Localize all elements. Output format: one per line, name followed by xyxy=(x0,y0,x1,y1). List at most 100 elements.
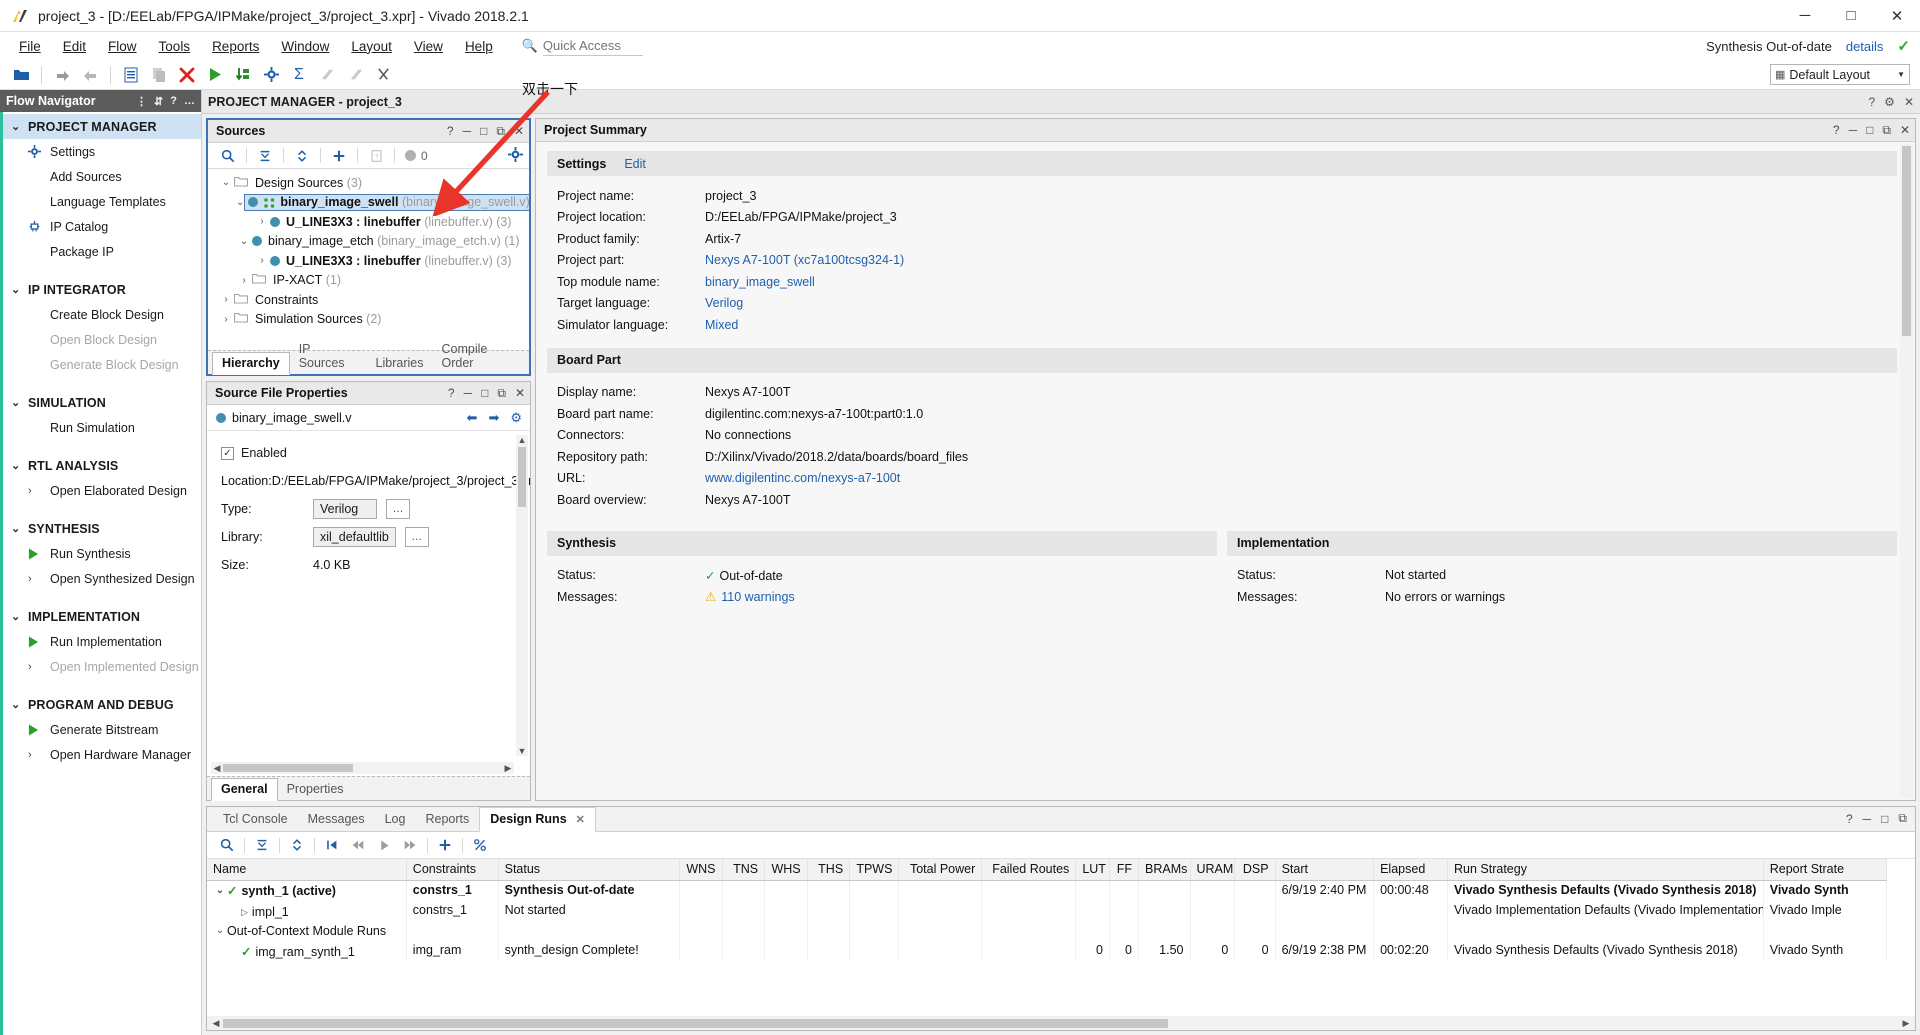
open-project-icon[interactable] xyxy=(8,63,34,87)
menu-layout[interactable]: Layout xyxy=(340,36,403,57)
sfp-property-value-field[interactable]: Verilog xyxy=(313,499,377,519)
flow-nav-item-add-sources[interactable]: Add Sources xyxy=(3,164,201,189)
close-button[interactable]: ✕ xyxy=(1874,0,1920,31)
browse-button[interactable]: … xyxy=(386,499,410,519)
minimize-icon[interactable]: ─ xyxy=(463,124,472,138)
design-runs-column-header[interactable]: TPWS xyxy=(849,859,900,881)
design-runs-column-header[interactable]: Total Power xyxy=(898,859,983,881)
menu-edit[interactable]: Edit xyxy=(52,36,97,57)
tab-ip-sources[interactable]: IP Sources xyxy=(290,339,367,374)
summary-vertical-scrollbar[interactable] xyxy=(1900,144,1913,798)
close-icon[interactable]: ✕ xyxy=(576,813,585,826)
help-icon[interactable]: ? xyxy=(1833,123,1840,137)
flow-nav-item-run-implementation[interactable]: Run Implementation xyxy=(3,629,201,654)
tab-compile-order[interactable]: Compile Order xyxy=(432,339,529,374)
design-runs-column-header[interactable]: TNS xyxy=(722,859,766,881)
float-icon[interactable]: ⧉ xyxy=(497,386,506,401)
tab-general[interactable]: General xyxy=(211,778,278,801)
collapse-all-icon[interactable] xyxy=(250,835,274,855)
sfp-property-value-field[interactable]: xil_defaultlib xyxy=(313,527,396,547)
sources-tree-row[interactable]: ⌄ binary_image_swell (binary_image_swell.… xyxy=(208,193,529,213)
menu-flow[interactable]: Flow xyxy=(97,36,148,57)
tab-hierarchy[interactable]: Hierarchy xyxy=(212,352,290,375)
sources-tree-row[interactable]: › U_LINE3X3 : linebuffer (linebuffer.v) (… xyxy=(208,251,529,271)
next-run-icon[interactable] xyxy=(372,835,396,855)
maximize-icon[interactable]: □ xyxy=(1866,123,1873,137)
first-run-icon[interactable] xyxy=(320,835,344,855)
flow-nav-group-implementation[interactable]: ⌄ IMPLEMENTATION xyxy=(3,604,201,629)
flow-nav-group-synthesis[interactable]: ⌄ SYNTHESIS xyxy=(3,516,201,541)
flow-nav-item-generate-bitstream[interactable]: Generate Bitstream xyxy=(3,717,201,742)
bottom-tab-log[interactable]: Log xyxy=(375,808,416,831)
design-runs-column-header[interactable]: Start xyxy=(1275,859,1375,881)
settings-value[interactable]: Verilog xyxy=(705,296,743,310)
close-icon[interactable]: ✕ xyxy=(1904,95,1914,109)
design-runs-column-header[interactable]: DSP xyxy=(1234,859,1276,881)
document-icon[interactable] xyxy=(118,63,144,87)
last-run-icon[interactable] xyxy=(398,835,422,855)
search-icon[interactable] xyxy=(215,835,239,855)
design-runs-column-header[interactable]: Run Strategy xyxy=(1447,859,1764,881)
chevron-down-icon[interactable]: ⌄ xyxy=(213,885,227,896)
minimize-icon[interactable]: ─ xyxy=(1849,123,1858,137)
sources-tree-row[interactable]: ⌄ binary_image_etch (binary_image_etch.v)… xyxy=(208,232,529,252)
design-runs-row[interactable]: ✓ img_ram_synth_1 img_ram synth_design Comp… xyxy=(207,940,1888,960)
percent-icon[interactable] xyxy=(468,835,492,855)
flow-nav-item-settings[interactable]: Settings xyxy=(3,139,201,164)
settings-icon[interactable]: ⚙ xyxy=(1884,95,1895,109)
scroll-down-icon[interactable]: ▼ xyxy=(518,746,527,756)
scroll-left-icon[interactable]: ◀ xyxy=(211,763,223,774)
design-runs-table-wrapper[interactable]: Name Constraints Status WNS TNS WHS THS TPWS Tot… xyxy=(207,859,1915,1016)
sources-tree-row[interactable]: › IP-XACT (1) xyxy=(208,271,529,291)
run-icon[interactable] xyxy=(202,63,228,87)
menu-window[interactable]: Window xyxy=(270,36,340,57)
design-runs-column-header[interactable]: WNS xyxy=(679,859,723,881)
design-runs-column-header[interactable]: FF xyxy=(1109,859,1140,881)
flow-nav-item-open-synthesized-design[interactable]: › Open Synthesized Design xyxy=(3,566,201,591)
flow-nav-item-package-ip[interactable]: Package IP xyxy=(3,239,201,264)
scroll-thumb[interactable] xyxy=(223,764,353,772)
close-icon[interactable]: ✕ xyxy=(515,386,525,400)
close-icon[interactable]: ✕ xyxy=(1900,123,1910,137)
minimize-icon[interactable]: ─ xyxy=(464,386,473,400)
flow-nav-group-simulation[interactable]: ⌄ SIMULATION xyxy=(3,390,201,415)
float-icon[interactable]: ⧉ xyxy=(1882,123,1891,138)
sfp-vertical-scrollbar[interactable]: ▲ ▼ xyxy=(516,435,528,756)
design-runs-column-header[interactable]: Status xyxy=(498,859,680,881)
chevron-down-icon[interactable]: ⌄ xyxy=(236,236,252,247)
forward-arrow-icon[interactable]: ➡ xyxy=(488,410,499,426)
chevron-right-icon[interactable]: › xyxy=(236,275,252,286)
synthesis-messages-value[interactable]: 110 warnings xyxy=(721,590,794,604)
chevron-right-icon[interactable]: › xyxy=(218,314,234,325)
flow-nav-group-project-manager[interactable]: ⌄ PROJECT MANAGER xyxy=(3,114,201,139)
implement-icon[interactable] xyxy=(230,63,256,87)
settings-edit-link[interactable]: Edit xyxy=(624,157,646,171)
design-runs-row[interactable]: ⌄ Out-of-Context Module Runs xyxy=(207,920,1888,940)
chevron-right-icon[interactable]: › xyxy=(254,255,270,266)
help-icon[interactable]: ? xyxy=(170,95,177,107)
settings-value[interactable]: Nexys A7-100T (xc7a100tcsg324-1) xyxy=(705,253,904,267)
layout-selector[interactable]: ▦ Default Layout ▼ xyxy=(1770,64,1910,85)
flow-nav-item-open-elaborated-design[interactable]: › Open Elaborated Design xyxy=(3,478,201,503)
design-runs-column-header[interactable]: Report Strate xyxy=(1763,859,1888,881)
scroll-thumb[interactable] xyxy=(223,1018,1168,1028)
design-runs-horizontal-scrollbar[interactable]: ◀ ▶ xyxy=(207,1016,1915,1030)
design-runs-column-header[interactable]: LUT xyxy=(1075,859,1110,881)
expand-all-icon[interactable] xyxy=(290,146,314,166)
previous-run-icon[interactable] xyxy=(346,835,370,855)
scroll-right-icon[interactable]: ▶ xyxy=(1899,1018,1913,1029)
tab-properties[interactable]: Properties xyxy=(278,779,353,800)
chevron-right-icon[interactable]: › xyxy=(254,216,270,227)
bottom-tab-design-runs[interactable]: Design Runs ✕ xyxy=(479,807,596,832)
help-icon[interactable]: ? xyxy=(1868,95,1875,109)
flow-nav-group-ip-integrator[interactable]: ⌄ IP INTEGRATOR xyxy=(3,277,201,302)
scroll-thumb[interactable] xyxy=(518,447,526,507)
sources-tree[interactable]: ⌄ Design Sources (3) ⌄ binary_image_swell (… xyxy=(208,169,529,350)
project-manager-tab[interactable]: PROJECT MANAGER - project_3 xyxy=(208,95,402,109)
expand-all-icon[interactable] xyxy=(285,835,309,855)
quick-access-input[interactable] xyxy=(542,36,643,56)
browse-button[interactable]: … xyxy=(404,527,429,547)
sources-tree-row[interactable]: ⌄ Design Sources (3) xyxy=(208,173,529,193)
flow-nav-item-create-block-design[interactable]: Create Block Design xyxy=(3,302,201,327)
minimize-button[interactable]: ─ xyxy=(1782,0,1828,31)
